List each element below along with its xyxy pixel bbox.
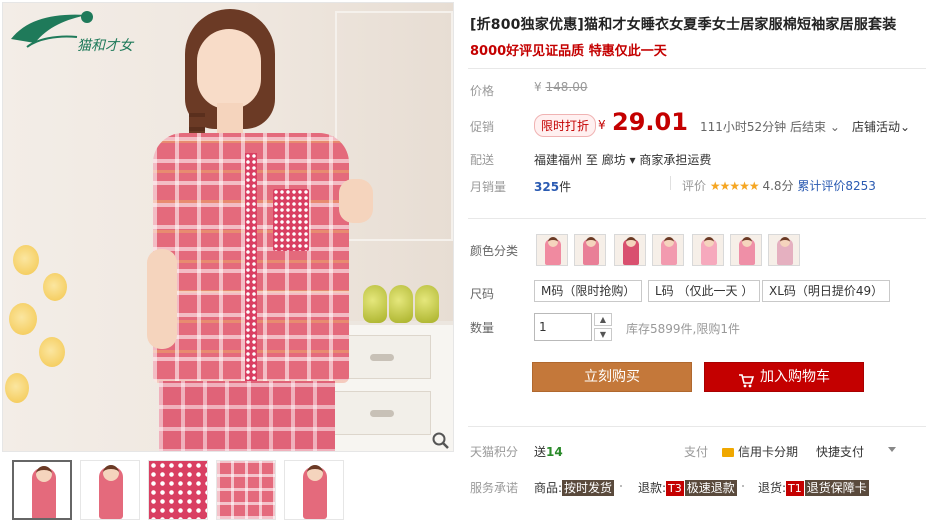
cumulative-reviews-link[interactable]: 累计评价8253 [797,179,876,193]
add-to-cart-button[interactable]: 加入购物车 [704,362,864,392]
promo-price: 29.01 [612,108,688,136]
add-to-cart-label: 加入购物车 [760,369,830,385]
thumbnail[interactable] [80,460,140,520]
brand-logo-text: 猫和才女 [77,38,133,54]
quantity-input[interactable]: 1 [534,313,592,341]
chevron-down-icon: ⌄ [826,120,840,134]
shipping-info: 福建福州 至 廊坊 ▾ 商家承担运费 [534,151,711,168]
sales-unit: 件 [559,180,572,194]
credit-installment-link[interactable]: 信用卡分期 [722,443,798,460]
stock-info: 库存5899件,限购1件 [626,322,740,336]
divider [468,68,926,69]
promise-label: 服务承诺 [470,481,519,495]
promise-refund: 退款: T3 极速退款 [638,479,737,496]
color-swatch[interactable] [614,234,646,266]
refund-tag: T3 [666,481,684,496]
ship-from: 福建福州 [534,153,583,167]
sales-count: 325 [534,180,560,194]
divider [670,176,671,190]
credit-installment-label: 信用卡分期 [738,445,799,459]
promise-return: 退货: T1 退货保障卡 [758,479,869,496]
points-prefix: 送 [534,445,547,459]
vase [415,285,439,323]
monthly-sales: 325件 [534,178,571,195]
color-swatch[interactable] [768,234,800,266]
original-price-value: 148.00 [545,80,588,94]
ship-to-dropdown[interactable]: 廊坊 ▾ [602,153,636,167]
rating: 评价 ★★★★★ 4.8分 累计评价8253 [682,177,876,194]
thumbnail[interactable] [12,460,72,520]
flowers [3,233,83,451]
shipping-label: 配送 [470,153,495,167]
promise-return-badge[interactable]: 退货保障卡 [804,480,869,496]
promise-goods-label: 商品: [534,481,563,495]
shipping-fee: 商家承担运费 [639,153,712,167]
promise-return-label: 退货: [758,481,787,495]
currency-symbol: ¥ [534,80,542,94]
ship-to-value: 廊坊 [601,153,626,167]
return-tag: T1 [786,481,804,496]
color-label: 颜色分类 [470,244,519,258]
quantity-label: 数量 [470,321,495,335]
promo-label: 促销 [470,120,495,134]
size-option-m[interactable]: M码（限时抢购） [534,280,643,302]
points-info: 送14 [534,443,563,460]
promise-goods-badge[interactable]: 按时发货 [562,480,615,496]
sales-label: 月销量 [470,180,507,194]
credit-card-icon [722,448,734,457]
countdown-text: 111小时52分钟 后结束 [700,120,826,134]
product-details: [折800独家优惠]猫和才女睡衣女夏季女士居家服棉短袖家居服套装 8000好评见… [466,0,928,532]
promise-goods: 商品: 按时发货 [534,479,615,496]
brand-logo: 猫和才女 [7,9,137,57]
promo-currency: ¥ [598,118,606,132]
color-swatch[interactable] [730,234,762,266]
model-figure [133,3,373,451]
shop-activity-label: 店铺活动 [852,120,901,134]
zoom-icon[interactable] [431,431,451,451]
shop-activity-dropdown[interactable]: 店铺活动⌄ [852,118,910,135]
promo-tag: 限时打折 [534,114,597,137]
main-product-image[interactable]: 猫和才女 [2,2,454,452]
promise-refund-label: 退款: [638,481,667,495]
countdown-dropdown[interactable]: 111小时52分钟 后结束 ⌄ [700,118,840,135]
size-option-l[interactable]: L码 （仅此一天 ） [648,280,761,302]
thumbnail[interactable] [148,460,208,520]
color-swatch[interactable] [574,234,606,266]
buy-now-button[interactable]: 立刻购买 [532,362,692,392]
points-value: 14 [546,445,563,459]
original-price: ¥ 148.00 [534,80,587,94]
color-swatch[interactable] [692,234,724,266]
product-subtitle: 8000好评见证品质 特惠仅此一天 [470,44,667,59]
caret-down-icon[interactable] [888,447,896,452]
product-title: [折800独家优惠]猫和才女睡衣女夏季女士居家服棉短袖家居服套装 [470,17,897,33]
quantity-decrease-button[interactable]: ▼ [594,328,612,341]
caret-down-icon: ▾ [625,153,636,167]
product-gallery: 猫和才女 [0,0,458,532]
divider [468,426,926,427]
cart-icon [738,370,755,388]
size-option-xl[interactable]: XL码（明日提价49） [762,280,891,302]
quantity-increase-button[interactable]: ▲ [594,313,612,326]
quickpay-dropdown[interactable]: 快捷支付 [816,443,864,460]
color-swatch[interactable] [652,234,684,266]
promise-refund-badge[interactable]: 极速退款 [684,480,737,496]
thumbnail[interactable] [284,460,344,520]
points-label: 天猫积分 [470,445,519,459]
ship-to-word: 至 [585,153,598,167]
rating-score: 4.8分 [762,179,794,193]
payment-label: 支付 [684,445,709,459]
dot-separator [742,485,744,487]
size-label: 尺码 [470,287,495,301]
dot-separator [620,485,622,487]
price-label: 价格 [470,84,495,98]
thumbnail[interactable] [216,460,276,520]
thumbnail-strip [2,456,454,528]
divider [468,218,926,219]
vase [389,285,413,323]
rating-label: 评价 [682,179,707,193]
chevron-down-icon: ⌄ [900,120,911,134]
star-rating-icon: ★★★★★ [709,179,760,193]
color-swatch[interactable] [536,234,568,266]
